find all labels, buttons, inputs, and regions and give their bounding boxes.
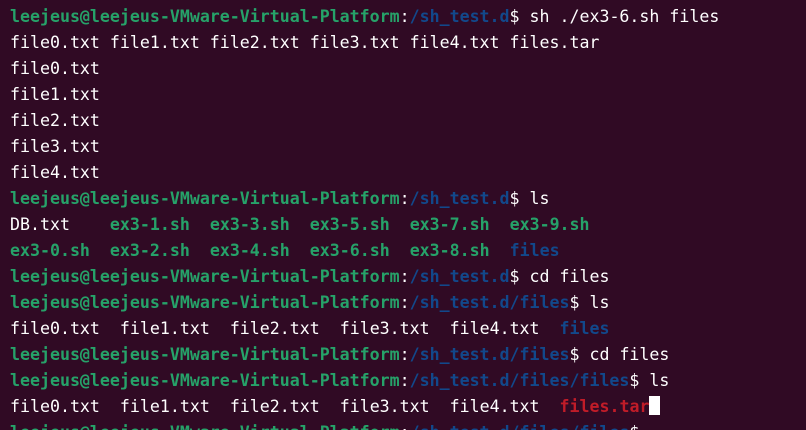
prompt-path: /sh_test.d/files/files (409, 371, 630, 390)
file-entry: file4.txt (449, 319, 540, 338)
output-line: file4.txt (10, 163, 100, 182)
prompt-line: leejeus@leejeus-VMware-Virtual-Platform:… (10, 290, 806, 316)
prompt-user: leejeus@leejeus-VMware-Virtual-Platform (10, 189, 400, 208)
archive-entry: files.tar (559, 397, 650, 416)
output-line: file1.txt (10, 85, 100, 104)
file-entry: ex3-4.sh (209, 241, 290, 260)
prompt-path: /sh_test.d/files (409, 293, 570, 312)
prompt-dollar: $ (629, 423, 649, 430)
output-line: file0.txt file1.txt file2.txt file3.txt … (10, 33, 600, 52)
prompt-line: leejeus@leejeus-VMware-Virtual-Platform:… (10, 342, 806, 368)
command-text: ls (589, 293, 610, 312)
file-entry: file2.txt (229, 319, 320, 338)
file-entry: file2.txt (229, 397, 320, 416)
prompt-user: leejeus@leejeus-VMware-Virtual-Platform (10, 345, 400, 364)
file-entry: file0.txt (10, 397, 100, 416)
text-cursor (649, 396, 661, 415)
file-entry: ex3-5.sh (309, 215, 390, 234)
prompt-colon: : (399, 371, 410, 390)
prompt-line: leejeus@leejeus-VMware-Virtual-Platform:… (10, 186, 806, 212)
command-text: cd files (529, 267, 610, 286)
prompt-dollar: $ (509, 189, 530, 208)
file-entry: file0.txt (10, 319, 100, 338)
file-entry: ex3-7.sh (409, 215, 490, 234)
ls-output-row: file0.txt file1.txt file2.txt file3.txt … (10, 394, 806, 420)
prompt-dollar: $ (629, 371, 650, 390)
prompt-dollar: $ (509, 7, 530, 26)
file-entry: DB.txt (10, 215, 70, 234)
file-entry: file4.txt (449, 397, 540, 416)
prompt-path: /sh_test.d (409, 7, 510, 26)
prompt-line: leejeus@leejeus-VMware-Virtual-Platform:… (10, 368, 806, 394)
prompt-user: leejeus@leejeus-VMware-Virtual-Platform (10, 7, 400, 26)
output-line: file3.txt (10, 137, 100, 156)
terminal-window[interactable]: leejeus@leejeus-VMware-Virtual-Platform:… (0, 0, 806, 430)
output-line: file2.txt (10, 111, 100, 130)
file-entry: file1.txt (119, 319, 210, 338)
prompt-path: /sh_test.d/files/files (410, 423, 630, 430)
prompt-colon: : (399, 189, 410, 208)
directory-entry: files (509, 241, 560, 260)
command-text: sh ./ex3-6.sh files (529, 7, 720, 26)
prompt-user: leejeus@leejeus-VMware-Virtual-Platform (10, 293, 400, 312)
directory-entry: files (559, 319, 610, 338)
file-entry: ex3-8.sh (409, 241, 490, 260)
output-line: file0.txt (10, 59, 100, 78)
prompt-colon: : (399, 7, 410, 26)
file-entry: file3.txt (339, 397, 430, 416)
prompt-user: leejeus@leejeus-VMware-Virtual-Platform (10, 423, 400, 430)
file-entry: ex3-3.sh (209, 215, 290, 234)
ls-output-row: file0.txt file1.txt file2.txt file3.txt … (10, 316, 806, 342)
prompt-dollar: $ (509, 267, 530, 286)
prompt-colon: : (399, 267, 410, 286)
command-text: ls (649, 371, 670, 390)
prompt-colon: : (400, 423, 410, 430)
ls-output-row: ex3-0.sh ex3-2.sh ex3-4.sh ex3-6.sh ex3-… (10, 238, 806, 264)
prompt-colon: : (399, 345, 410, 364)
prompt-dollar: $ (569, 345, 590, 364)
prompt-colon: : (399, 293, 410, 312)
prompt-path: /sh_test.d/files (409, 345, 570, 364)
prompt-path: /sh_test.d (409, 189, 510, 208)
prompt-line: leejeus@leejeus-VMware-Virtual-Platform:… (10, 264, 806, 290)
file-entry: file3.txt (339, 319, 430, 338)
prompt-line: leejeus@leejeus-VMware-Virtual-Platform:… (10, 4, 806, 30)
file-entry: ex3-1.sh (109, 215, 190, 234)
prompt-user: leejeus@leejeus-VMware-Virtual-Platform (10, 267, 400, 286)
prompt-path: /sh_test.d (409, 267, 510, 286)
command-text: cd files (589, 345, 670, 364)
file-entry: ex3-0.sh (10, 241, 90, 260)
file-entry: ex3-9.sh (509, 215, 590, 234)
prompt-line-partial: leejeus@leejeus-VMware-Virtual-Platform:… (10, 420, 806, 430)
ls-output-row: DB.txt ex3-1.sh ex3-3.sh ex3-5.sh ex3-7.… (10, 212, 806, 238)
file-entry: file1.txt (119, 397, 210, 416)
file-entry: ex3-2.sh (109, 241, 190, 260)
command-text: ls (529, 189, 550, 208)
prompt-dollar: $ (569, 293, 590, 312)
file-entry: ex3-6.sh (309, 241, 390, 260)
prompt-user: leejeus@leejeus-VMware-Virtual-Platform (10, 371, 400, 390)
